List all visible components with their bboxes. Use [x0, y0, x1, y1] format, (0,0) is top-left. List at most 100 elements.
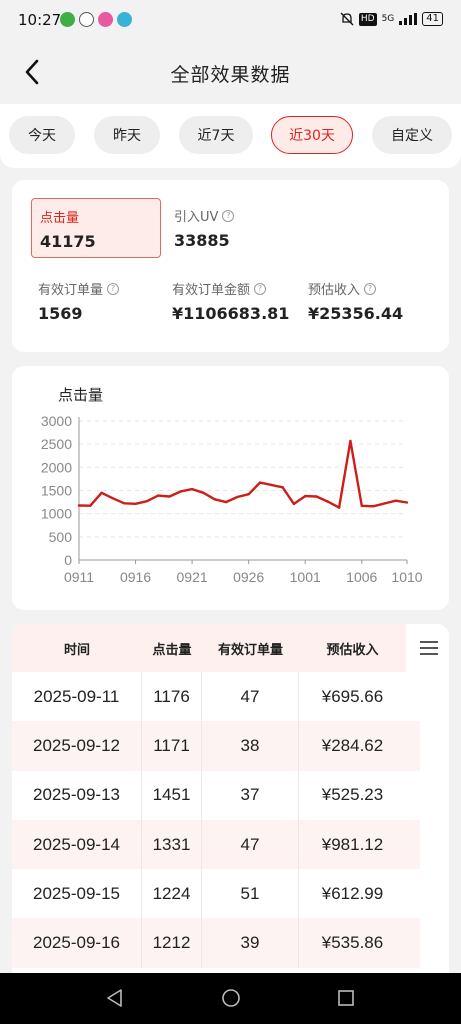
data-point — [224, 500, 228, 504]
metric-label: 引入UV — [174, 210, 219, 225]
help-icon[interactable]: ? — [254, 282, 267, 295]
cell-date: 2025-09-11 — [12, 672, 142, 722]
cell-clicks: 1171 — [142, 721, 202, 771]
app-icon — [117, 12, 132, 27]
data-point — [394, 499, 397, 502]
cell-date: 2025-09-14 — [12, 819, 142, 870]
nav-recents-icon[interactable] — [335, 987, 357, 1009]
data-point — [111, 497, 115, 500]
metric-estimated-income[interactable]: 预估收入? ¥25356.44 — [308, 279, 403, 323]
y-tick-label: 500 — [49, 529, 73, 545]
tab-yesterday[interactable]: 昨天 — [94, 116, 160, 154]
cell-valid-orders: 37 — [202, 770, 299, 820]
metric-value: 41175 — [40, 232, 96, 251]
data-point — [281, 486, 284, 489]
tab-custom[interactable]: 自定义 — [372, 116, 452, 154]
tab-30-days[interactable]: 近30天 — [271, 116, 353, 154]
column-header-clicks[interactable]: 点击量 — [142, 624, 202, 672]
metric-label: 有效订单金额 — [172, 283, 251, 298]
cell-clicks: 1451 — [142, 770, 202, 820]
table-row: 2025-09-14 1331 47 ¥981.12 — [12, 819, 420, 870]
data-point — [100, 491, 103, 494]
app-icon — [98, 12, 113, 27]
help-icon[interactable]: ? — [222, 209, 235, 222]
cell-valid-orders: 51 — [202, 869, 299, 919]
data-point — [156, 494, 160, 497]
data-point — [247, 493, 250, 496]
cell-estimated-income: ¥695.66 — [321, 686, 384, 706]
hd-icon: HD — [358, 12, 377, 26]
table-body: 2025-09-11 1176 47 ¥695.66 2025-09-12 11… — [12, 672, 420, 968]
table-row: 2025-09-16 1212 39 ¥535.86 — [12, 918, 420, 968]
column-header-date[interactable]: 时间 — [12, 624, 142, 672]
data-point — [123, 502, 126, 505]
data-point — [236, 495, 239, 499]
cell-clicks: 1331 — [142, 819, 202, 870]
cell-clicks: 1176 — [142, 672, 202, 722]
series-line — [78, 439, 408, 509]
metric-order-amount[interactable]: 有效订单金额? ¥1106683.81 — [172, 279, 289, 323]
x-tick-label: 1001 — [290, 569, 321, 585]
table-header: 时间 点击量 有效订单量 预估收入 — [12, 624, 406, 672]
data-point — [304, 494, 307, 498]
line-chart: 0 500 1000 1500 2000 2500 3000 0911 0916 0921 0926… — [41, 413, 423, 585]
nav-home-icon[interactable] — [220, 987, 242, 1009]
x-tick-label: 0921 — [177, 569, 208, 585]
data-point — [326, 500, 330, 503]
system-icons: HD 5G 41 — [340, 12, 443, 26]
battery-icon: 41 — [422, 12, 443, 26]
wechat-icon — [60, 12, 75, 27]
help-icon[interactable]: ? — [364, 282, 377, 295]
cell-date: 2025-09-13 — [12, 770, 142, 820]
cell-valid-orders: 38 — [202, 721, 299, 771]
data-table: 时间 点击量 有效订单量 预估收入 2025-09-11 1176 47 ¥69… — [12, 624, 449, 984]
chart-card: 点击量 0 500 1000 1500 2000 2500 3000 0911 0916 0921… — [12, 366, 449, 610]
cell-date: 2025-09-16 — [12, 918, 142, 968]
metric-uv[interactable]: 引入UV? 33885 — [174, 206, 235, 250]
metric-valid-orders[interactable]: 有效订单量? 1569 — [38, 279, 120, 323]
metric-clicks[interactable]: 点击量 41175 — [31, 198, 161, 258]
metrics-card: 点击量 41175 引入UV? 33885 有效订单量? 1569 有效订单金额… — [12, 180, 449, 352]
data-point — [77, 504, 81, 507]
y-tick-label: 0 — [64, 552, 72, 568]
x-tick-label: 0926 — [233, 569, 264, 585]
y-tick-label: 1500 — [41, 483, 72, 499]
metric-value: 33885 — [174, 231, 230, 250]
y-tick-label: 2000 — [41, 459, 72, 475]
data-point — [349, 439, 352, 443]
cell-date: 2025-09-12 — [12, 721, 142, 771]
notification-icons — [60, 12, 132, 27]
column-menu-icon[interactable] — [419, 638, 439, 658]
signal-icon — [399, 13, 418, 25]
date-range-tabs: 今天 昨天 近7天 近30天 自定义 — [0, 104, 461, 168]
data-point — [89, 504, 92, 507]
metric-value: ¥1106683.81 — [172, 304, 290, 323]
help-icon[interactable]: ? — [107, 282, 120, 295]
tab-today[interactable]: 今天 — [9, 116, 75, 154]
data-point — [292, 502, 296, 506]
table-row: 2025-09-13 1451 37 ¥525.23 — [12, 770, 420, 820]
page-title: 全部效果数据 — [170, 64, 291, 86]
cell-valid-orders: 47 — [202, 819, 299, 870]
table-row: 2025-09-12 1171 38 ¥284.62 — [12, 721, 420, 771]
table-row: 2025-09-11 1176 47 ¥695.66 — [12, 672, 420, 722]
cell-valid-orders: 39 — [202, 918, 299, 968]
nav-back-icon[interactable] — [104, 987, 126, 1009]
column-header-estimated-income[interactable]: 预估收入 — [299, 624, 406, 672]
column-header-valid-orders[interactable]: 有效订单量 — [202, 624, 299, 672]
data-point — [202, 491, 205, 495]
x-tick-label: 0911 — [64, 569, 94, 585]
metric-label: 预估收入 — [308, 283, 361, 298]
mute-icon — [340, 12, 354, 26]
data-point — [371, 505, 375, 508]
data-point — [360, 504, 363, 507]
network-label: 5G — [381, 14, 395, 24]
data-point — [190, 487, 194, 491]
data-point — [258, 481, 262, 484]
data-point — [213, 498, 216, 501]
cell-clicks: 1212 — [142, 918, 202, 968]
cell-valid-orders: 47 — [202, 672, 299, 722]
cell-clicks: 1224 — [142, 869, 202, 919]
data-point — [383, 502, 386, 505]
tab-7-days[interactable]: 近7天 — [179, 116, 253, 154]
